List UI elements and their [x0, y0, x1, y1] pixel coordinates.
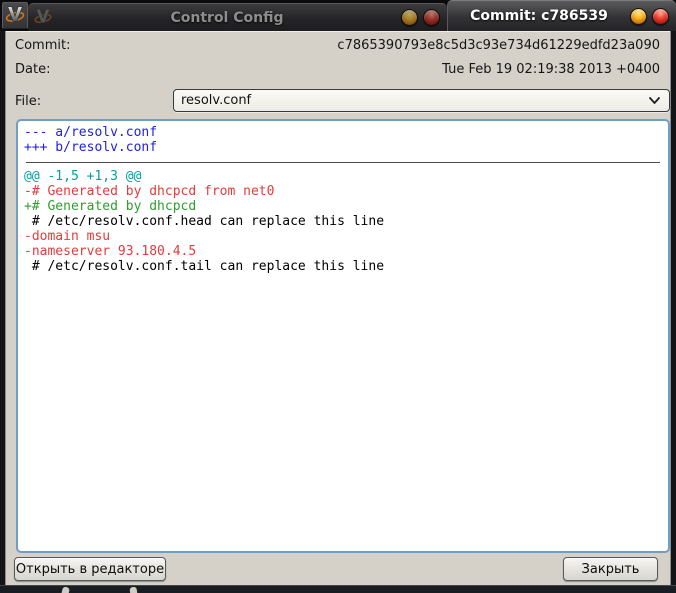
file-select-value: resolv.conf	[174, 93, 648, 108]
diff-line-file: --- a/resolv.conf	[24, 125, 668, 140]
background-window-artifact	[129, 587, 137, 593]
diff-separator	[26, 162, 660, 163]
minimize-button[interactable]	[401, 9, 418, 26]
file-label: File:	[15, 94, 41, 109]
diff-viewer[interactable]: --- a/resolv.conf+++ b/resolv.conf @@ -1…	[16, 119, 670, 553]
active-window-title: Commit: c786539	[448, 8, 630, 24]
close-button[interactable]	[423, 9, 440, 26]
active-window-icon-box[interactable]	[2, 2, 28, 29]
file-select[interactable]: resolv.conf	[173, 89, 670, 112]
diff-line-removed: -nameserver 93.180.4.5	[24, 244, 668, 259]
diff-header: --- a/resolv.conf+++ b/resolv.conf	[24, 125, 668, 155]
diff-line-context: # /etc/resolv.conf.head can replace this…	[24, 214, 668, 229]
active-window-titlebar[interactable]: Commit: c786539	[447, 0, 676, 31]
background-window-edge	[0, 585, 676, 593]
diff-line-file: +++ b/resolv.conf	[24, 140, 668, 155]
close-button[interactable]	[652, 8, 669, 25]
commit-hash-value: c7865390793e8c5d3c93e734d61229edfd23a090	[337, 38, 660, 53]
diff-line-context: # /etc/resolv.conf.tail can replace this…	[24, 259, 668, 274]
date-value: Tue Feb 19 02:19:38 2013 +0400	[442, 62, 660, 77]
diff-line-removed: -domain msu	[24, 229, 668, 244]
app-logo-icon	[33, 6, 53, 30]
chevron-down-icon	[648, 96, 661, 105]
background-window-titlebar[interactable]: Control Config	[28, 3, 447, 31]
desktop: Control Config Commit: c786539 Commit: c…	[0, 0, 676, 593]
commit-dialog: Commit: c7865390793e8c5d3c93e734d61229ed…	[0, 31, 676, 585]
diff-line-added: +# Generated by dhcpcd	[24, 199, 668, 214]
close-dialog-button[interactable]: Закрыть	[563, 557, 658, 581]
app-logo-icon	[4, 3, 26, 29]
diff-line-hunk: @@ -1,5 +1,3 @@	[24, 169, 668, 184]
commit-label: Commit:	[15, 38, 70, 53]
minimize-button[interactable]	[630, 8, 647, 25]
diff-body: @@ -1,5 +1,3 @@-# Generated by dhcpcd fr…	[24, 169, 668, 274]
open-in-editor-button[interactable]: Открыть в редакторе	[14, 557, 166, 581]
date-label: Date:	[15, 62, 50, 77]
background-window-title: Control Config	[53, 10, 401, 26]
diff-line-removed: -# Generated by dhcpcd from net0	[24, 184, 668, 199]
background-window-artifact	[61, 586, 70, 593]
